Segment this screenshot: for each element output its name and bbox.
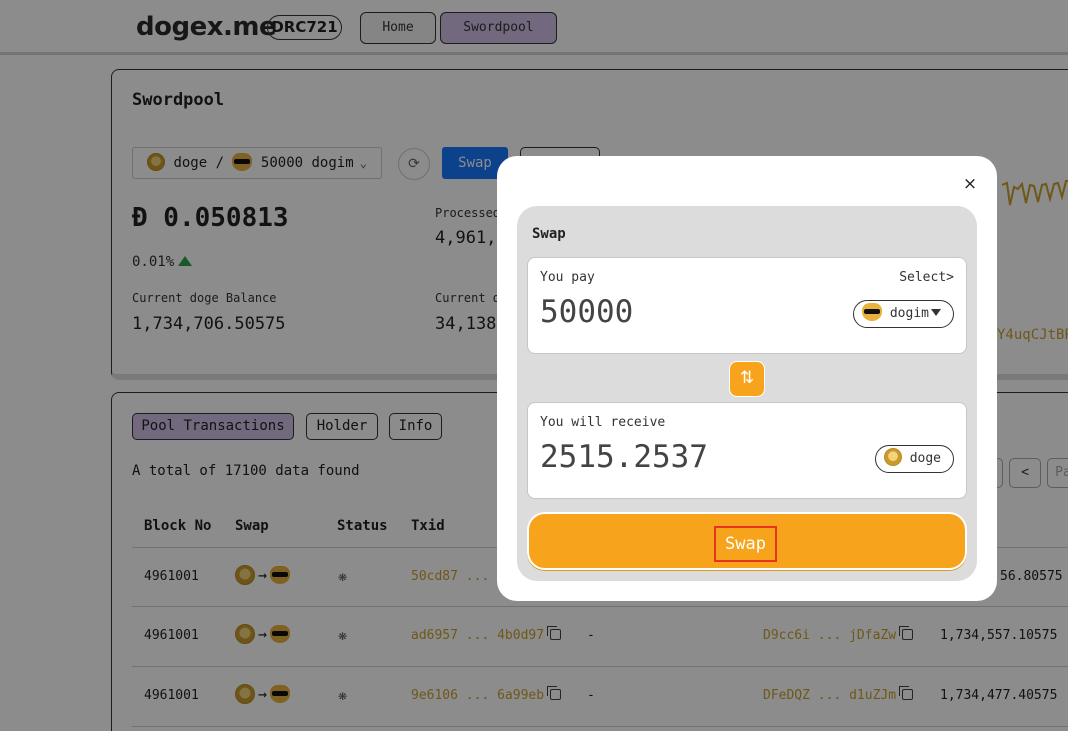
receive-token-label: doge <box>909 451 941 466</box>
pay-box: You pay Select> 50000 dogim <box>527 257 967 354</box>
flip-direction-button[interactable]: ⇅ <box>729 361 765 397</box>
receive-label: You will receive <box>540 415 666 430</box>
pay-token-select[interactable]: dogim <box>853 300 954 328</box>
dogim-cat-icon <box>862 303 883 321</box>
swap-panel: Swap You pay Select> 50000 dogim ⇅ You w… <box>517 206 977 581</box>
receive-amount: 2515.2537 <box>540 439 708 475</box>
doge-coin-icon <box>883 448 902 466</box>
receive-box: You will receive 2515.2537 doge <box>527 402 967 499</box>
pay-select-link[interactable]: Select> <box>899 270 954 285</box>
pay-amount-input[interactable]: 50000 <box>540 294 633 330</box>
swap-arrows-icon: ⇅ <box>739 368 755 388</box>
pay-token-label: dogim <box>889 306 929 321</box>
close-icon[interactable]: × <box>960 174 980 194</box>
caret-down-icon <box>931 309 941 316</box>
confirm-swap-button[interactable]: Swap <box>527 512 967 570</box>
receive-token-select[interactable]: doge <box>874 445 954 473</box>
pay-label: You pay <box>540 270 595 285</box>
swap-panel-title: Swap <box>532 226 566 242</box>
swap-modal: × Swap You pay Select> 50000 dogim ⇅ You… <box>497 156 997 601</box>
confirm-swap-label: Swap <box>714 526 777 562</box>
